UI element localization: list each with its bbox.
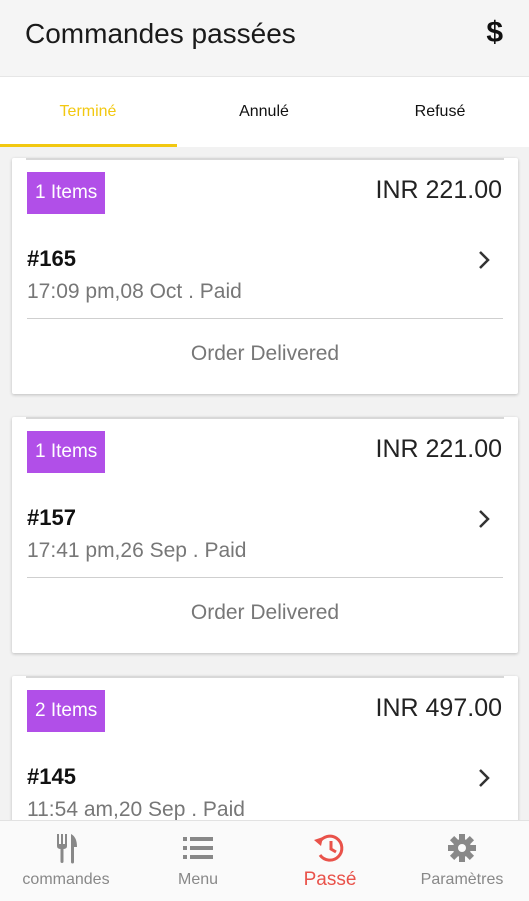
order-card[interactable]: 2 Items INR 497.00 #145 11:54 am,20 Sep …	[12, 676, 518, 820]
card-top-line	[26, 676, 504, 678]
nav-passe[interactable]: Passé	[264, 821, 396, 901]
order-status: Order Delivered	[190, 601, 340, 624]
order-card[interactable]: 1 Items INR 221.00 #165 17:09 pm,08 Oct …	[12, 158, 518, 394]
order-price: INR 221.00	[375, 176, 502, 204]
order-price: INR 221.00	[375, 435, 502, 463]
card-top-line	[26, 417, 504, 419]
chevron-right-icon[interactable]	[472, 766, 496, 790]
nav-label: Passé	[303, 869, 357, 890]
order-price: INR 497.00	[375, 694, 502, 722]
tab-termine[interactable]: Terminé	[0, 77, 176, 147]
tab-bar: Terminé Annulé Refusé	[0, 77, 529, 147]
nav-parametres[interactable]: Paramètres	[396, 821, 528, 901]
active-tab-indicator	[0, 144, 177, 147]
bottom-navigation: commandes Menu Passé Paramètres	[0, 820, 529, 901]
list-icon	[183, 837, 213, 859]
card-divider	[27, 577, 503, 578]
nav-label: Paramètres	[420, 871, 504, 888]
order-id: #145	[27, 764, 76, 789]
items-count-badge: 1 Items	[27, 431, 106, 473]
items-count-badge: 2 Items	[27, 690, 106, 732]
nav-menu[interactable]: Menu	[132, 821, 264, 901]
currency-button[interactable]: $	[486, 16, 503, 50]
card-top-line	[26, 158, 504, 160]
order-card[interactable]: 1 Items INR 221.00 #157 17:41 pm,26 Sep …	[12, 417, 518, 653]
tab-refuse[interactable]: Refusé	[352, 77, 528, 147]
order-id: #157	[27, 505, 76, 530]
card-divider	[27, 318, 503, 319]
page-title: Commandes passées	[25, 18, 296, 49]
order-status: Order Delivered	[190, 342, 340, 365]
order-meta: 17:09 pm,08 Oct . Paid	[27, 280, 242, 303]
order-meta: 11:54 am,20 Sep . Paid	[27, 798, 245, 820]
items-count-badge: 1 Items	[27, 172, 106, 214]
nav-label: Menu	[177, 871, 219, 888]
nav-label: commandes	[22, 871, 110, 888]
tab-annule[interactable]: Annulé	[176, 77, 352, 147]
cutlery-icon	[57, 834, 77, 864]
app-bar: Commandes passées $	[0, 0, 529, 77]
order-meta: 17:41 pm,26 Sep . Paid	[27, 539, 247, 562]
chevron-right-icon[interactable]	[472, 248, 496, 272]
gear-icon	[448, 834, 476, 862]
nav-commandes[interactable]: commandes	[0, 821, 132, 901]
order-id: #165	[27, 246, 76, 271]
chevron-right-icon[interactable]	[472, 507, 496, 531]
history-icon	[314, 834, 344, 862]
orders-list[interactable]: 1 Items INR 221.00 #165 17:09 pm,08 Oct …	[0, 148, 529, 820]
